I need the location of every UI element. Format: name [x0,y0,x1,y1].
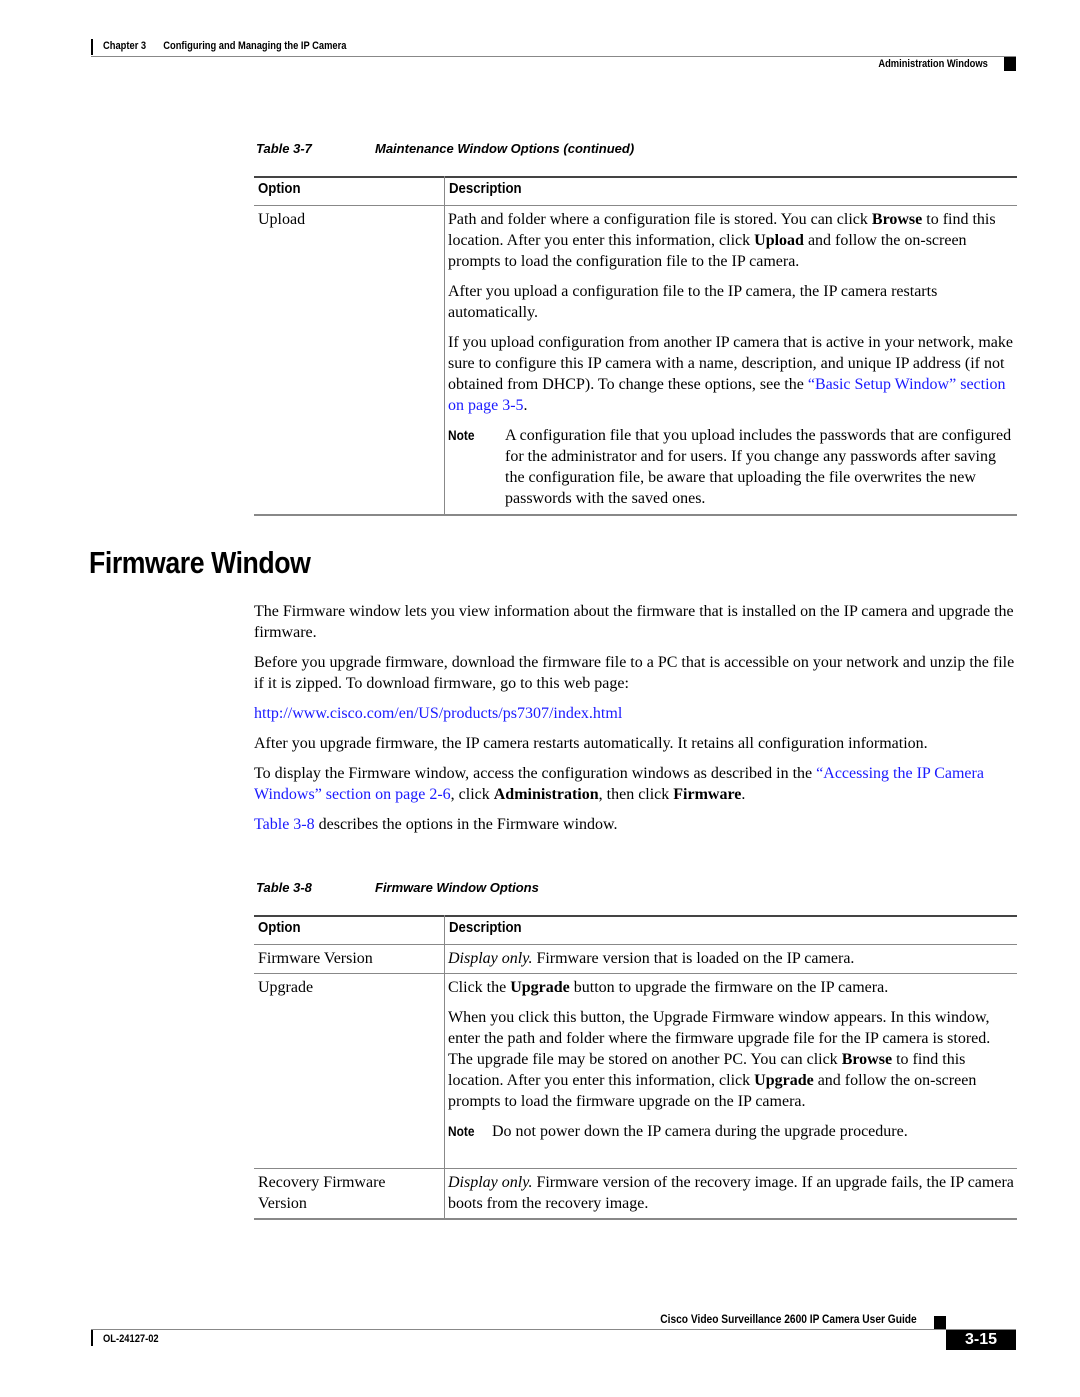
section-title: Firmware Window [89,545,311,580]
table-3-8-link[interactable]: Table 3-8 [254,816,315,833]
upload-desc-p1: Path and folder where a configuration fi… [448,211,996,270]
upgrade-desc-p2: When you click this button, the Upgrade … [448,1009,991,1110]
table-3-8-row-firmware-version-description: Display only. Firmware version that is l… [448,950,855,967]
table-3-8-col-divider [444,915,445,1219]
table-3-7-top-rule [254,176,1017,178]
paragraph-4: To display the Firmware window, access t… [254,765,984,803]
header-left-bar [91,39,93,55]
table-3-7-row-upload-description: Path and folder where a configuration fi… [448,209,1014,509]
paragraph-1: The Firmware window lets you view inform… [254,603,1014,641]
header-rule [91,56,1016,57]
note-text: Do not power down the IP camera during t… [492,1123,908,1140]
chapter-number: Chapter 3 [103,40,147,52]
footer-marker [934,1316,946,1330]
header-marker [1004,57,1016,71]
table-3-8-caption: Table 3-8 [256,880,312,895]
firmware-download-link[interactable]: http://www.cisco.com/en/US/products/ps73… [254,705,622,722]
upload-desc-p2: After you upload a configuration file to… [448,283,938,321]
header-section: Administration Windows [878,58,988,70]
paragraph-3: After you upgrade firmware, the IP camer… [254,735,928,752]
upgrade-note: Note Do not power down the IP camera dur… [448,1121,1014,1142]
table-3-8-col-description: Description [449,919,522,936]
table-3-8-row-rule-2 [254,1168,1017,1169]
table-3-8-bottom-rule [254,1218,1017,1220]
table-3-7-title: Maintenance Window Options (continued) [375,141,635,156]
table-3-7-col-option: Option [258,180,301,197]
caption-label: Table [256,880,290,895]
table-3-8-row-recovery-option: Recovery Firmware Version [258,1174,386,1212]
firmware-intro: The Firmware window lets you view inform… [254,601,1016,844]
note-text: A configuration file that you upload inc… [505,427,1012,507]
caption-number: 3-7 [293,141,312,156]
table-3-8-header-rule [254,944,1017,945]
caption-label: Table [256,141,290,156]
upload-note: Note A configuration file that you uploa… [448,425,1014,509]
table-3-8-row-upgrade-option: Upgrade [258,979,314,996]
paragraph-5: Table 3-8 describes the options in the F… [254,816,618,833]
table-3-7-col-description: Description [449,180,522,197]
footer-page-number: 3-15 [946,1330,1016,1350]
table-3-8-row-recovery-description: Display only. Firmware version of the re… [448,1174,1014,1212]
footer-guide-title: Cisco Video Surveillance 2600 IP Camera … [660,1312,917,1326]
table-3-7-col-divider [444,176,445,515]
footer-left-bar [91,1330,93,1346]
table-3-8-row-firmware-version-option: Firmware Version [258,950,373,967]
table-3-8-title: Firmware Window Options [375,880,539,895]
paragraph-2: Before you upgrade firmware, download th… [254,654,1015,692]
upload-desc-p3: If you upload configuration from another… [448,334,1013,414]
table-3-7-caption: Table 3-7 [256,141,312,156]
footer-rule [91,1329,1016,1330]
table-3-7-row-upload-option: Upload [258,211,306,228]
table-3-8-col-option: Option [258,919,301,936]
chapter-title: Configuring and Managing the IP Camera [163,40,347,52]
table-3-7-header-rule [254,205,1017,206]
caption-number: 3-8 [293,880,312,895]
header-chapter: Chapter 3 Configuring and Managing the I… [103,40,346,52]
table-3-8-row-rule-1 [254,973,1017,974]
table-3-8-top-rule [254,915,1017,917]
footer-doc-number: OL-24127-02 [103,1333,159,1345]
table-3-8-row-upgrade-description: Click the Upgrade button to upgrade the … [448,977,1014,1142]
note-label: Note [448,427,475,443]
table-3-7-bottom-rule [254,514,1017,516]
upgrade-desc-p1: Click the Upgrade button to upgrade the … [448,979,889,996]
note-label: Note [448,1123,475,1139]
